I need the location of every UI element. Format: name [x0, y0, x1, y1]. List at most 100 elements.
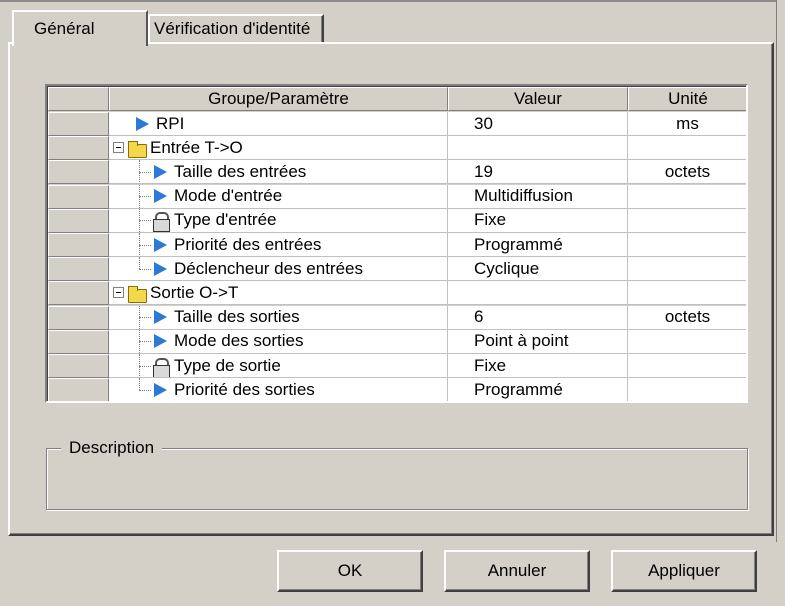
apply-button[interactable]: Appliquer [611, 550, 757, 592]
tab-general-label: Général [34, 19, 95, 38]
cell-parameter[interactable]: Taille des entrées [109, 160, 448, 185]
tab-identity-check-label: Vérification d'identité [154, 19, 311, 38]
table-row[interactable]: Type d'entrée Fixe [48, 208, 746, 233]
cell-unit: octets [628, 160, 746, 185]
tree-connector [129, 233, 151, 256]
cell-parameter[interactable]: RPI [109, 112, 448, 136]
collapse-icon[interactable] [113, 287, 124, 299]
tree-connector [129, 160, 151, 184]
parameter-grid: Groupe/Paramètre Valeur Unité RPI 30 ms Ent… [45, 84, 748, 403]
cell-value[interactable]: 30 [448, 112, 628, 136]
header-value[interactable]: Valeur [448, 87, 628, 111]
cell-unit [628, 257, 746, 282]
parameter-label: Mode d'entrée [174, 186, 283, 206]
parameter-label: Mode des sorties [174, 331, 304, 351]
parameter-label: Taille des entrées [174, 161, 307, 181]
arrow-icon [151, 381, 169, 399]
table-row[interactable]: Mode des sorties Point à point [48, 329, 746, 354]
cell-parameter[interactable]: Priorité des sorties [109, 378, 448, 401]
row-selector[interactable] [48, 112, 109, 136]
cell-unit [628, 281, 746, 306]
table-row[interactable]: Taille des entrées 19 octets [48, 160, 746, 185]
tree-connector [129, 257, 151, 280]
table-row[interactable]: Priorité des sorties Programmé [48, 378, 746, 401]
cell-value[interactable]: 19 [448, 160, 628, 185]
tree-connector [129, 184, 151, 208]
cell-value[interactable]: Fixe [448, 354, 628, 378]
row-selector[interactable] [48, 160, 109, 185]
tree-connector [129, 354, 151, 377]
row-selector[interactable] [48, 354, 109, 378]
cell-parameter[interactable]: Mode d'entrée [109, 184, 448, 209]
collapse-icon[interactable] [113, 142, 124, 154]
arrow-icon [151, 332, 169, 350]
cell-unit [628, 233, 746, 257]
window-right-edge [776, 0, 785, 542]
row-selector[interactable] [48, 378, 109, 401]
cell-parameter[interactable]: Taille des sorties [109, 305, 448, 330]
parameter-label: Type d'entrée [174, 210, 277, 230]
cell-parameter[interactable]: Type de sortie [109, 354, 448, 378]
table-row[interactable]: Déclencheur des entrées Cyclique [48, 257, 746, 282]
cell-value[interactable] [448, 136, 628, 161]
table-row[interactable]: Entrée T->O [48, 136, 746, 161]
cell-parameter[interactable]: Priorité des entrées [109, 233, 448, 257]
arrow-icon [151, 236, 169, 254]
arrow-icon [151, 163, 169, 181]
description-group: Description [46, 438, 748, 510]
cell-unit [628, 208, 746, 233]
cell-parameter[interactable]: Mode des sorties [109, 329, 448, 354]
cell-value[interactable]: Programmé [448, 378, 628, 401]
cell-unit: ms [628, 112, 746, 136]
header-unit[interactable]: Unité [628, 87, 746, 111]
cell-unit [628, 329, 746, 354]
row-selector[interactable] [48, 329, 109, 354]
cell-unit [628, 136, 746, 161]
row-selector[interactable] [48, 281, 109, 306]
header-group-parameter[interactable]: Groupe/Paramètre [109, 87, 448, 111]
ok-button[interactable]: OK [277, 550, 423, 592]
cell-unit: octets [628, 305, 746, 330]
cell-parameter[interactable]: Type d'entrée [109, 208, 448, 233]
row-selector[interactable] [48, 184, 109, 209]
table-row[interactable]: Type de sortie Fixe [48, 354, 746, 378]
table-row[interactable]: Taille des sorties 6 octets [48, 305, 746, 330]
arrow-icon [151, 260, 169, 278]
parameter-label: Priorité des sorties [174, 379, 315, 399]
cell-parameter[interactable]: Entrée T->O [109, 136, 448, 161]
cell-value[interactable]: Fixe [448, 208, 628, 233]
parameter-label: RPI [156, 113, 185, 133]
description-label: Description [61, 438, 163, 458]
cell-value[interactable]: 6 [448, 305, 628, 330]
cell-value[interactable]: Multidiffusion [448, 184, 628, 209]
table-row[interactable]: Sortie O->T [48, 281, 746, 306]
table-row[interactable]: Priorité des entrées Programmé [48, 233, 746, 257]
cell-unit [628, 378, 746, 401]
cancel-button[interactable]: Annuler [444, 550, 590, 592]
tree-connector [129, 378, 151, 401]
row-selector[interactable] [48, 208, 109, 233]
tab-general[interactable]: Général [12, 10, 148, 46]
cell-value[interactable]: Programmé [448, 233, 628, 257]
row-selector[interactable] [48, 257, 109, 282]
parameter-label: Priorité des entrées [174, 234, 322, 254]
cell-parameter[interactable]: Sortie O->T [109, 281, 448, 306]
cell-value[interactable]: Cyclique [448, 257, 628, 282]
cell-value[interactable]: Point à point [448, 329, 628, 354]
row-selector[interactable] [48, 136, 109, 161]
arrow-icon [151, 308, 169, 326]
tree-connector [129, 305, 151, 329]
arrow-icon [133, 115, 151, 133]
lock-icon [151, 357, 170, 377]
parameter-label: Entrée T->O [150, 137, 243, 157]
lock-icon [151, 211, 170, 232]
table-row[interactable]: Mode d'entrée Multidiffusion [48, 184, 746, 209]
row-selector[interactable] [48, 233, 109, 257]
cell-value[interactable] [448, 281, 628, 306]
row-selector[interactable] [48, 305, 109, 330]
cell-parameter[interactable]: Déclencheur des entrées [109, 257, 448, 282]
parameter-label: Taille des sorties [174, 307, 300, 327]
header-selector [48, 87, 109, 111]
table-row[interactable]: RPI 30 ms [48, 112, 746, 136]
tab-identity-check[interactable]: Vérification d'identité [148, 14, 324, 42]
